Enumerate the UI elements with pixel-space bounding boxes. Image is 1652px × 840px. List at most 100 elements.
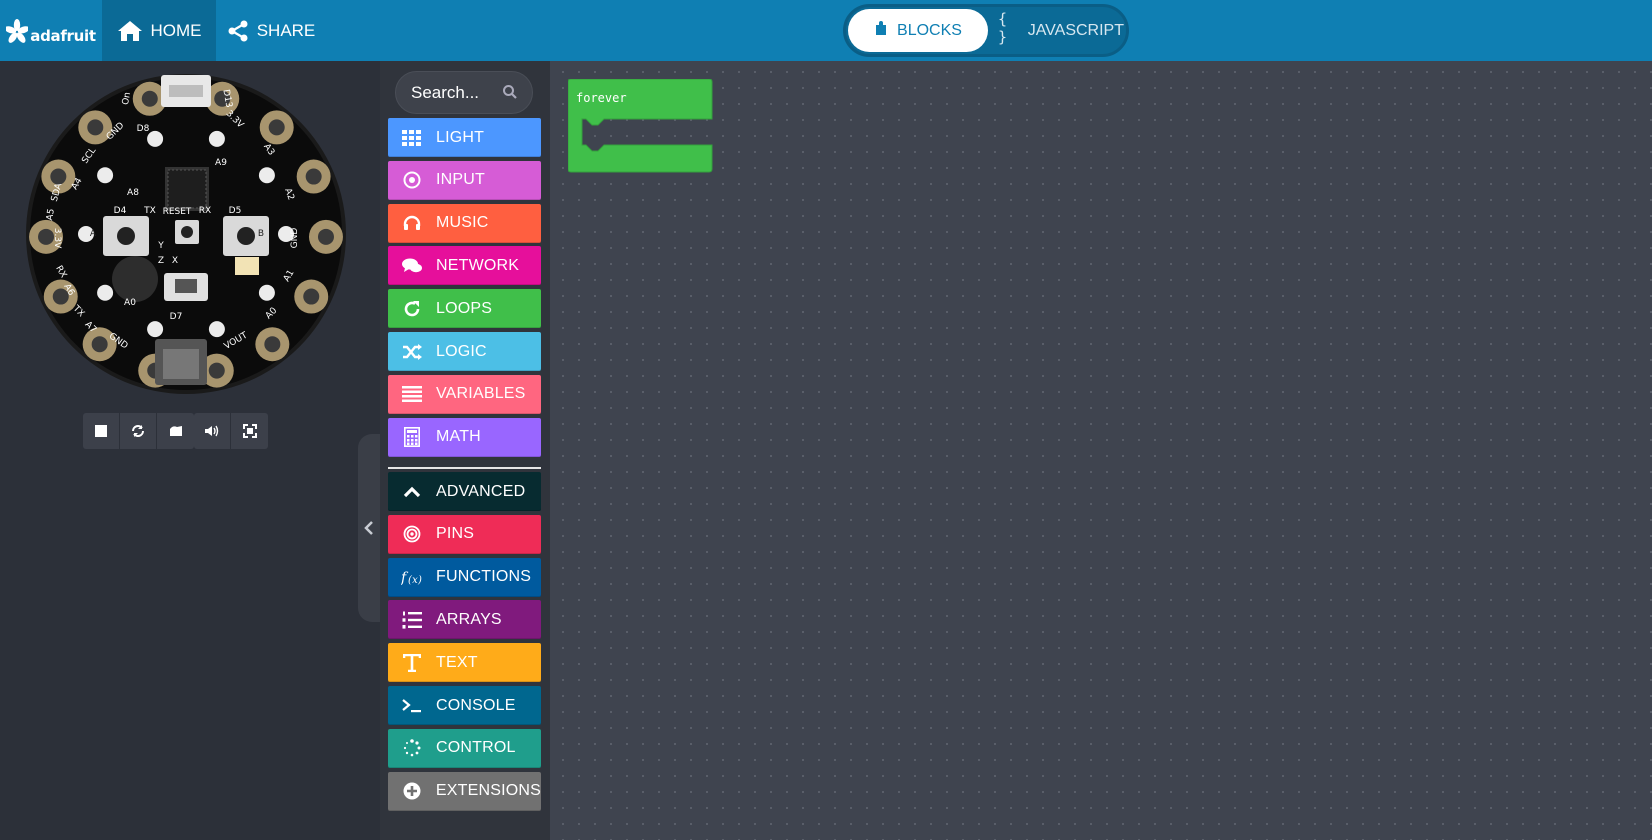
puzzle-icon (876, 21, 887, 35)
forever-block[interactable]: forever (567, 78, 718, 180)
function-icon: f (x) (388, 568, 436, 586)
board-pad-hole (268, 119, 285, 136)
javascript-tab[interactable]: { } JAVASCRIPT (998, 9, 1124, 52)
category-variables[interactable]: VARIABLES (388, 374, 541, 414)
board-label: X (172, 256, 178, 266)
neopixel-led (97, 284, 114, 301)
javascript-label: JAVASCRIPT (1027, 21, 1124, 39)
board-label: A8 (127, 188, 139, 198)
neopixel-led (258, 167, 275, 184)
category-functions[interactable]: f (x) FUNCTIONS (388, 557, 541, 597)
fullscreen-icon (242, 424, 257, 438)
list-lines-icon (388, 386, 436, 403)
board-label: Z (158, 256, 164, 266)
simulator-controls (83, 413, 194, 449)
category-extensions[interactable]: EXTENSIONS (388, 771, 541, 811)
neopixel-led (208, 321, 225, 338)
blocks-tab[interactable]: BLOCKS (848, 9, 988, 52)
search-icon (503, 85, 517, 99)
board-label: D5 (229, 206, 242, 216)
category-label: ARRAYS (436, 610, 502, 628)
category-label: LOOPS (436, 299, 493, 317)
category-label: TEXT (436, 653, 478, 671)
chevron-up-icon (388, 486, 436, 498)
home-icon (117, 20, 142, 41)
category-control[interactable]: CONTROL (388, 728, 541, 768)
board-pad-hole (38, 228, 55, 245)
board-pad-hole (91, 336, 108, 353)
stop-icon (95, 425, 107, 437)
stop-button[interactable] (83, 413, 120, 449)
forever-block-label: forever (576, 91, 627, 105)
category-network[interactable]: NETWORK (388, 246, 541, 286)
slow-motion-button[interactable] (157, 413, 194, 449)
category-label: EXTENSIONS (435, 782, 541, 800)
slow-motion-icon (169, 426, 182, 436)
category-logic[interactable]: LOGIC (388, 332, 541, 371)
category-label: VARIABLES (436, 385, 526, 403)
category-label: CONSOLE (436, 696, 516, 714)
toolbox-search[interactable]: Search... (395, 71, 533, 114)
category-arrays[interactable]: ARRAYS (388, 600, 541, 640)
board-label: D8 (137, 124, 150, 134)
dotted-circle-icon (388, 739, 436, 757)
collapse-simulator-button[interactable] (358, 434, 380, 622)
category-label: NETWORK (436, 256, 520, 274)
simulator-controls-2 (194, 413, 268, 449)
home-button[interactable]: HOME (102, 0, 216, 61)
board-label: A (90, 229, 97, 239)
category-console[interactable]: CONSOLE (388, 686, 541, 725)
category-advanced[interactable]: ADVANCED (388, 472, 541, 511)
category-pins[interactable]: PINS (388, 514, 541, 554)
board-pad-hole (303, 288, 320, 305)
text-icon (388, 653, 436, 672)
category-label: ADVANCED (436, 482, 526, 500)
category-math[interactable]: MATH (388, 417, 541, 457)
category-input[interactable]: INPUT (388, 160, 541, 200)
numbered-list-icon (388, 611, 436, 629)
circuit-playground-board[interactable]: On D13 D8 GND SCL A4 3.3V A3 A9 A8 SDA A… (25, 73, 347, 395)
category-label: LIGHT (436, 128, 485, 146)
category-label: PINS (436, 525, 475, 543)
home-label: HOME (150, 20, 202, 40)
share-button[interactable]: SHARE (216, 0, 326, 61)
headphones-icon (388, 215, 436, 231)
target-icon (388, 171, 436, 189)
grid-icon (388, 129, 436, 146)
flower-icon (6, 18, 29, 43)
sound-button[interactable] (194, 413, 231, 449)
simulator-panel: On D13 D8 GND SCL A4 3.3V A3 A9 A8 SDA A… (0, 61, 380, 840)
calculator-icon (388, 427, 436, 448)
restart-icon (132, 425, 144, 437)
board-label: B (258, 229, 264, 239)
category-music[interactable]: MUSIC (388, 203, 541, 243)
category-label: MATH (436, 428, 481, 446)
blocks-label: BLOCKS (897, 21, 962, 39)
fullscreen-button[interactable] (231, 413, 268, 449)
board-pad-hole (87, 119, 104, 136)
category-label: FUNCTIONS (436, 568, 532, 586)
board-label: D4 (114, 206, 127, 216)
share-label: SHARE (256, 20, 316, 40)
brand-name: adafruit (30, 26, 96, 45)
category-light[interactable]: LIGHT (388, 118, 541, 157)
board-label: 3.3V (52, 228, 62, 249)
search-input[interactable]: Search... (411, 83, 479, 103)
braces-icon: { } (998, 9, 1008, 46)
category-text[interactable]: TEXT (388, 643, 541, 683)
blocks-workspace[interactable]: forever (550, 61, 1652, 840)
board-pad-hole (141, 90, 158, 107)
board-pad-hole (305, 168, 322, 185)
neopixel-led (147, 130, 164, 147)
category-label: MUSIC (436, 214, 489, 232)
adafruit-logo[interactable]: adafruit (0, 0, 102, 61)
restart-button[interactable] (120, 413, 157, 449)
neopixel-led (208, 130, 225, 147)
category-loops[interactable]: LOOPS (388, 289, 541, 329)
board-label: RX (199, 206, 211, 216)
editor-toggle: BLOCKS { } JAVASCRIPT (843, 4, 1129, 57)
board-pad-hole (50, 168, 67, 185)
shuffle-icon (388, 343, 436, 360)
sound-icon (205, 425, 219, 437)
board-label: A9 (215, 158, 227, 168)
